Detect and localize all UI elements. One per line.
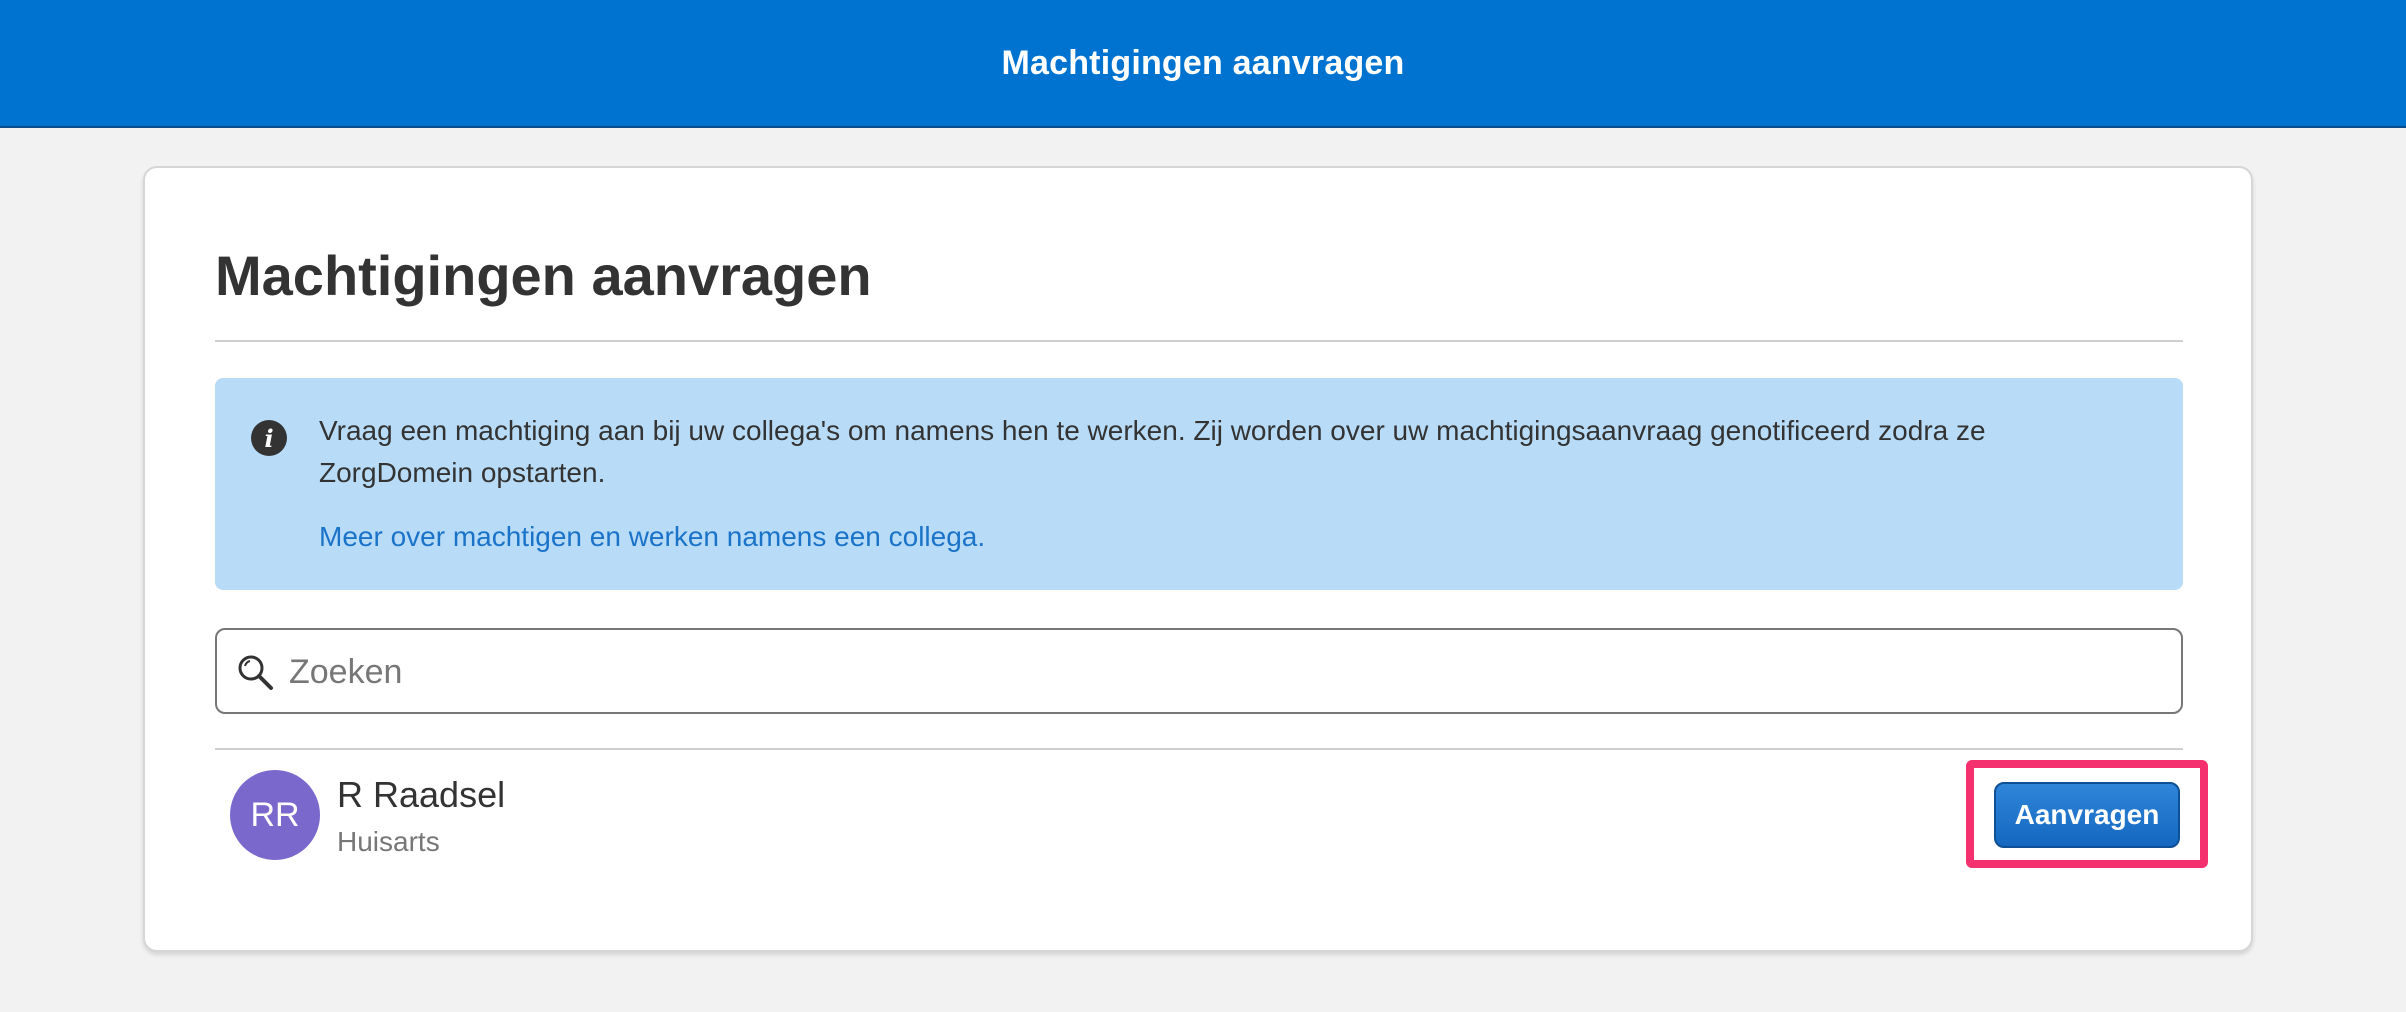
request-permissions-card: Machtigingen aanvragen i Vraag een macht… [143,166,2253,952]
more-info-link[interactable]: Meer over machtigen en werken namens een… [319,516,985,558]
app-header: Machtigingen aanvragen [0,0,2406,128]
header-title: Machtigingen aanvragen [1001,43,1405,82]
info-banner: i Vraag een machtiging aan bij uw colleg… [215,378,2183,590]
info-icon: i [251,420,287,456]
avatar: RR [230,770,320,860]
info-text: Vraag een machtiging aan bij uw collega'… [319,415,1986,488]
colleague-name: R Raadsel [337,774,506,815]
colleague-role: Huisarts [337,826,440,857]
page-title: Machtigingen aanvragen [215,244,872,307]
search-field[interactable] [215,628,2183,714]
list-divider [215,748,2183,750]
search-icon [238,655,273,690]
search-input[interactable] [287,630,2171,714]
request-button[interactable]: Aanvragen [1994,782,2180,848]
title-divider [215,340,2183,342]
